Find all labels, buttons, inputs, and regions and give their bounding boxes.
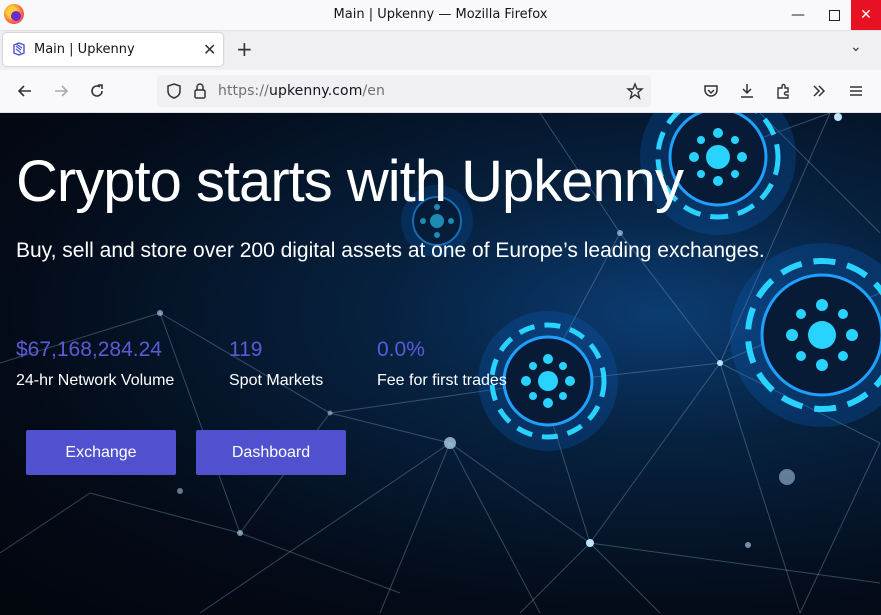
- stat-spot-markets-label: Spot Markets: [229, 372, 324, 389]
- stat-network-volume-value: $67,168,284.24: [16, 338, 162, 361]
- hero-title: Crypto starts with Upkenny: [16, 149, 684, 214]
- url-scheme: https://: [218, 83, 269, 99]
- more-tools-button[interactable]: [806, 78, 832, 104]
- forward-arrow-icon: [55, 85, 69, 97]
- tab-label: Main | Upkenny: [34, 42, 135, 57]
- upkenny-favicon-icon: [13, 42, 25, 56]
- url-host: upkenny.com: [268, 83, 363, 99]
- lock-icon[interactable]: [192, 82, 208, 100]
- window-titlebar: Main | Upkenny — Mozilla Firefox — ✕: [0, 0, 881, 31]
- forward-button[interactable]: [48, 78, 74, 104]
- maximize-button[interactable]: [816, 0, 852, 30]
- reload-button[interactable]: [84, 78, 110, 104]
- minimize-button[interactable]: —: [780, 0, 816, 30]
- url-bar[interactable]: https://upkenny.com/en: [157, 75, 651, 107]
- dashboard-button[interactable]: Dashboard: [196, 430, 346, 475]
- downloads-button[interactable]: [734, 78, 760, 104]
- back-arrow-icon: [17, 85, 31, 97]
- hero-subtitle: Buy, sell and store over 200 digital ass…: [16, 239, 765, 262]
- download-icon: [741, 84, 753, 98]
- extensions-button[interactable]: [771, 78, 797, 104]
- puzzle-icon: [777, 83, 789, 99]
- reload-icon: [91, 84, 103, 97]
- hero-section: Crypto starts with Upkenny Buy, sell and…: [0, 113, 881, 615]
- pocket-button[interactable]: [698, 78, 724, 104]
- url-text[interactable]: https://upkenny.com/en: [218, 83, 385, 99]
- bookmark-star-icon[interactable]: [626, 82, 644, 100]
- hamburger-menu-icon: [850, 86, 862, 96]
- chevron-double-right-icon: [813, 85, 826, 97]
- tab-strip: Main | Upkenny ✕ + ⌄: [0, 31, 881, 69]
- tab-main-upkenny[interactable]: Main | Upkenny ✕: [3, 33, 223, 66]
- close-window-button[interactable]: ✕: [851, 0, 881, 30]
- list-all-tabs-button[interactable]: ⌄: [850, 39, 862, 55]
- app-menu-button[interactable]: [843, 78, 869, 104]
- stat-spot-markets-value: 119: [229, 338, 263, 361]
- tab-close-button[interactable]: ✕: [203, 40, 216, 59]
- pocket-icon: [704, 85, 718, 97]
- stat-network-volume-label: 24-hr Network Volume: [16, 372, 175, 389]
- stat-fee-value: 0.0%: [377, 338, 425, 361]
- navigation-toolbar: https://upkenny.com/en: [0, 70, 881, 113]
- back-button[interactable]: [12, 78, 38, 104]
- window-title: Main | Upkenny — Mozilla Firefox: [333, 7, 548, 22]
- tracking-shield-icon[interactable]: [165, 82, 183, 100]
- stat-fee-label: Fee for first trades: [377, 372, 507, 389]
- new-tab-button[interactable]: +: [236, 37, 253, 61]
- url-path: /en: [362, 83, 385, 99]
- exchange-button[interactable]: Exchange: [26, 430, 176, 475]
- maximize-icon: [828, 9, 840, 21]
- glow-node-right: [730, 243, 881, 427]
